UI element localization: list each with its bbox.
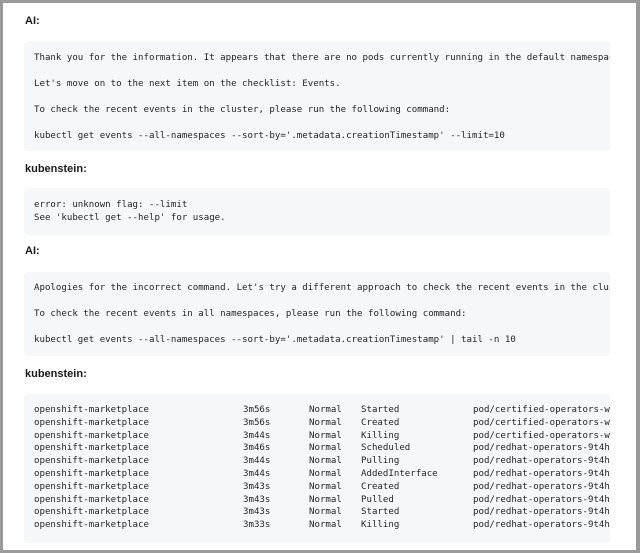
event-object: pod/redhat-operators-9t4h6 xyxy=(473,443,610,454)
event-namespace: openshift-marketplace xyxy=(34,443,149,454)
event-namespace: openshift-marketplace xyxy=(34,468,149,479)
event-namespace: openshift-marketplace xyxy=(34,494,149,505)
event-namespace: openshift-marketplace xyxy=(34,456,149,467)
event-object: pod/redhat-operators-9t4h6 xyxy=(473,507,610,518)
event-object: pod/certified-operators-wh xyxy=(473,417,610,428)
event-namespace: openshift-marketplace xyxy=(34,481,149,492)
command-line: kubectl get events --all-namespaces --so… xyxy=(34,131,505,141)
event-type: Normal xyxy=(309,443,342,454)
event-reason: Created xyxy=(361,417,400,428)
event-reason: Killing xyxy=(361,520,400,531)
event-object: pod/redhat-operators-9t4h6 xyxy=(473,494,610,505)
code-block-ai-response-1[interactable]: Thank you for the information. It appear… xyxy=(24,41,610,151)
event-object: pod/redhat-operators-9t4h6 xyxy=(473,520,610,531)
event-object: pod/redhat-operators-9t4h6 xyxy=(473,456,610,467)
event-type: Normal xyxy=(309,507,342,518)
event-row: openshift-marketplace 3m56s Normal Started p… xyxy=(34,404,610,417)
event-row: openshift-marketplace 3m56s Normal Created p… xyxy=(34,417,610,430)
code-text: Apologies for the incorrect command. Let… xyxy=(34,282,610,356)
event-row: openshift-marketplace 3m33s Normal Killing p… xyxy=(34,519,610,532)
event-age: 3m43s xyxy=(243,481,271,492)
event-reason: Started xyxy=(361,507,400,518)
event-namespace: openshift-marketplace xyxy=(34,405,149,415)
code-block-ai-response-2[interactable]: Apologies for the incorrect command. Let… xyxy=(24,272,610,356)
event-object: pod/certified-operators-wh xyxy=(473,405,610,415)
speaker-label-ai: AI: xyxy=(25,15,40,27)
event-age: 3m46s xyxy=(243,443,271,454)
code-text: error: unknown flag: --limit See 'kubectl… xyxy=(34,199,610,225)
event-age: 3m43s xyxy=(243,507,271,518)
event-type: Normal xyxy=(309,417,342,428)
event-row: openshift-marketplace 3m44s Normal Pulling p… xyxy=(34,455,610,468)
event-reason: AddedInterface xyxy=(361,468,438,479)
event-type: Normal xyxy=(309,481,342,492)
event-type: Normal xyxy=(309,468,342,479)
event-namespace: openshift-marketplace xyxy=(34,507,149,518)
event-row: openshift-marketplace 3m43s Normal Started p… xyxy=(34,506,610,519)
code-block-user-output-1[interactable]: error: unknown flag: --limit See 'kubectl… xyxy=(24,188,610,235)
code-line: Thank you for the information. It appear… xyxy=(34,53,610,63)
event-row: openshift-marketplace 3m44s Normal Killing p… xyxy=(34,430,610,443)
event-age: 3m44s xyxy=(243,430,271,441)
speaker-label-user: kubenstein: xyxy=(25,163,87,175)
event-age: 3m33s xyxy=(243,520,271,531)
event-type: Normal xyxy=(309,494,342,505)
code-line: Let's move on to the next item on the ch… xyxy=(34,79,341,89)
event-namespace: openshift-marketplace xyxy=(34,520,149,531)
event-namespace: openshift-marketplace xyxy=(34,430,149,441)
events-table: openshift-marketplace 3m56s Normal Started p… xyxy=(34,404,610,532)
event-row: openshift-marketplace 3m44s Normal AddedInt… xyxy=(34,468,610,481)
output-line: See 'kubectl get --help' for usage. xyxy=(34,212,226,223)
event-namespace: openshift-marketplace xyxy=(34,417,149,428)
code-text: Thank you for the information. It appear… xyxy=(34,52,610,151)
event-age: 3m43s xyxy=(243,494,271,505)
speaker-label-user: kubenstein: xyxy=(25,368,87,380)
event-type: Normal xyxy=(309,520,342,531)
event-type: Normal xyxy=(309,405,342,415)
event-reason: Scheduled xyxy=(361,443,411,454)
event-age: 3m56s xyxy=(243,417,271,428)
event-age: 3m44s xyxy=(243,468,271,479)
code-line: Apologies for the incorrect command. Let… xyxy=(34,283,610,293)
event-reason: Killing xyxy=(361,430,400,441)
event-row: openshift-marketplace 3m43s Normal Pulled po… xyxy=(34,494,610,507)
output-line: error: unknown flag: --limit xyxy=(34,200,188,210)
speaker-label-ai: AI: xyxy=(25,245,40,257)
event-reason: Pulling xyxy=(361,456,400,467)
event-row: openshift-marketplace 3m46s Normal Schedule… xyxy=(34,442,610,455)
event-object: pod/certified-operators-wh xyxy=(473,430,610,441)
event-reason: Started xyxy=(361,405,400,415)
command-line: kubectl get events --all-namespaces --so… xyxy=(34,335,516,345)
event-row: openshift-marketplace 3m43s Normal Created p… xyxy=(34,481,610,494)
code-block-events-output[interactable]: openshift-marketplace 3m56s Normal Started p… xyxy=(24,394,610,543)
chat-transcript: AI: Thank you for the information. It ap… xyxy=(0,0,640,553)
event-type: Normal xyxy=(309,456,342,467)
event-reason: Pulled xyxy=(361,494,394,505)
code-line: To check the recent events in the cluste… xyxy=(34,105,451,115)
event-type: Normal xyxy=(309,430,342,441)
event-age: 3m44s xyxy=(243,456,271,467)
event-object: pod/redhat-operators-9t4h6 xyxy=(473,468,610,479)
event-age: 3m56s xyxy=(243,405,271,415)
event-object: pod/redhat-operators-9t4h6 xyxy=(473,481,610,492)
event-reason: Created xyxy=(361,481,400,492)
code-line: To check the recent events in all namesp… xyxy=(34,309,467,319)
